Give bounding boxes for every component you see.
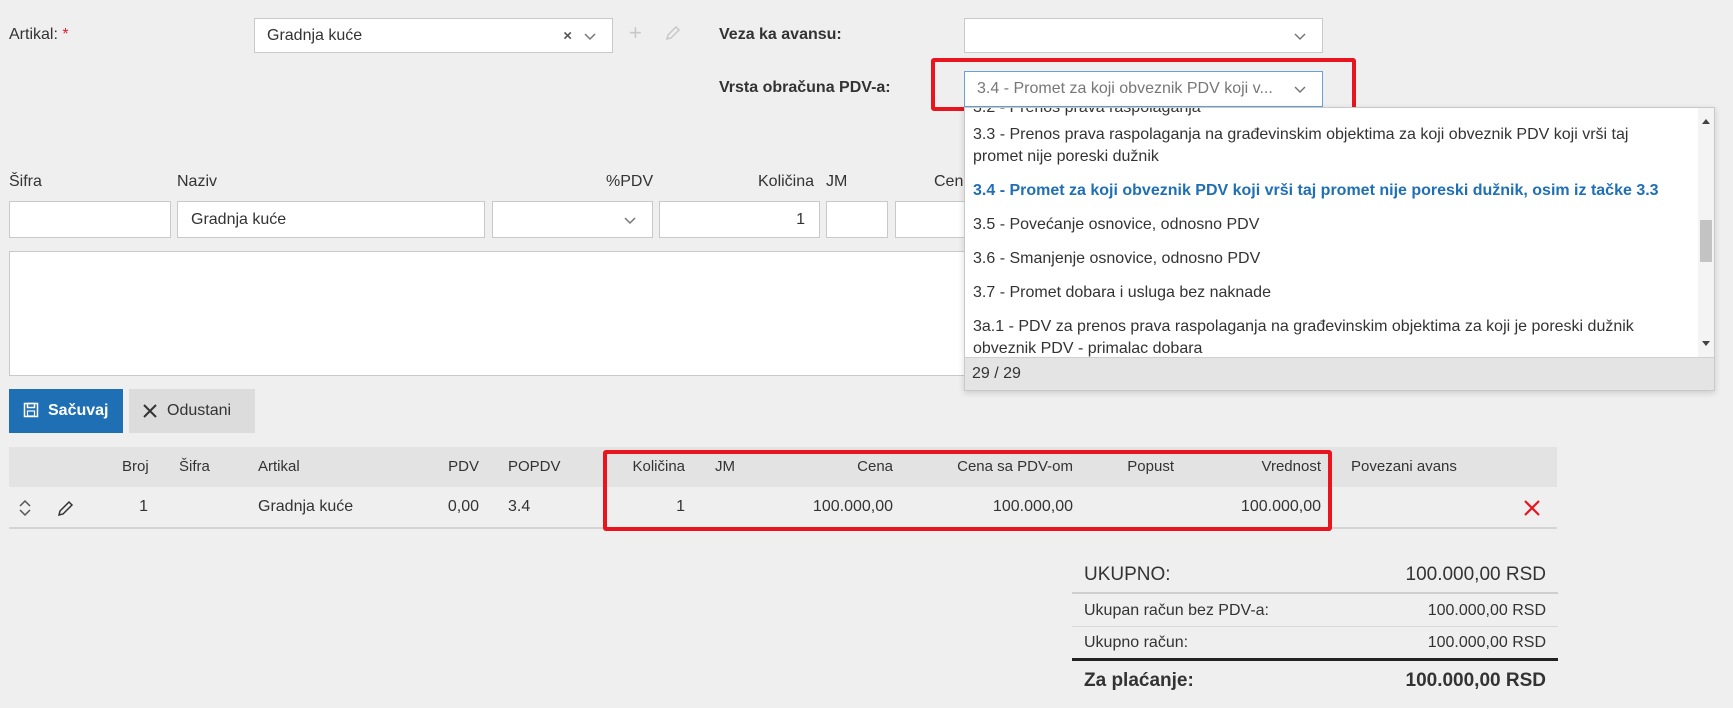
dropdown-footer: 29 / 29 (965, 357, 1714, 390)
vrsta-pdv-dropdown[interactable]: 3.2 - Prenos prava raspolaganja 3.3 - Pr… (964, 107, 1715, 391)
cell-popdv: 3.4 (508, 498, 531, 515)
cena-label: Cen (934, 173, 964, 190)
drag-handle-icon[interactable] (17, 498, 33, 523)
delete-row-icon[interactable] (1522, 498, 1542, 523)
kolicina-input[interactable]: 1 (659, 201, 820, 238)
ukupno-label: UKUPNO: (1084, 564, 1171, 585)
col-sifra: Šifra (179, 458, 210, 475)
dropdown-scrollbar[interactable] (1698, 108, 1714, 357)
pdv-percent-label: %PDV (606, 173, 654, 190)
veza-avans-select[interactable] (964, 18, 1323, 53)
col-kolicina: Količina (632, 458, 685, 475)
edit-icon[interactable] (664, 24, 682, 47)
vrsta-pdv-value: 3.4 - Promet za koji obveznik PDV koji v… (977, 80, 1273, 97)
cell-cena-pdv: 100.000,00 (992, 498, 1073, 515)
col-povezani: Povezani avans (1351, 458, 1457, 475)
dropdown-option-selected[interactable]: 3.4 - Promet za koji obveznik PDV koji v… (973, 180, 1659, 202)
scrollbar-thumb[interactable] (1700, 220, 1712, 262)
vrsta-pdv-select[interactable]: 3.4 - Promet za koji obveznik PDV koji v… (964, 71, 1323, 107)
save-button-label: Sačuvaj (48, 402, 109, 419)
cancel-button[interactable]: Odustani (129, 389, 255, 433)
col-cena: Cena (857, 458, 893, 475)
ukupno-racun-label: Ukupno račun: (1084, 634, 1189, 651)
dropdown-list[interactable]: 3.2 - Prenos prava raspolaganja 3.3 - Pr… (965, 108, 1698, 357)
close-icon (141, 402, 159, 425)
dropdown-option[interactable]: 3.5 - Povećanje osnovice, odnosno PDV (973, 214, 1259, 236)
cell-artikal: Gradnja kuće (258, 498, 354, 515)
artikal-select-value: Gradnja kuće (267, 26, 363, 44)
col-cena-pdv: Cena sa PDV-om (957, 458, 1073, 475)
dropdown-count: 29 / 29 (972, 365, 1021, 382)
sifra-label: Šifra (9, 173, 42, 190)
cena-input[interactable]: 1 (895, 201, 973, 238)
pdv-percent-select[interactable] (492, 201, 653, 238)
bez-pdv-value: 100.000,00 RSD (1427, 602, 1546, 619)
divider (1072, 592, 1558, 594)
chevron-down-icon[interactable] (1292, 81, 1308, 97)
save-button[interactable]: Sačuvaj (9, 389, 123, 433)
scroll-up-icon[interactable] (1701, 112, 1711, 130)
required-mark: * (62, 26, 69, 43)
col-broj: Broj (122, 458, 149, 475)
divider (1072, 658, 1558, 661)
veza-label: Veza ka avansu: (719, 26, 842, 43)
za-placanje-label: Za plaćanje: (1084, 670, 1194, 691)
artikal-select[interactable]: Gradnja kuće × (254, 18, 613, 53)
naziv-label: Naziv (177, 173, 218, 190)
col-popdv: POPDV (508, 458, 561, 475)
col-vrednost: Vrednost (1261, 458, 1321, 475)
cell-broj: 1 (139, 498, 148, 515)
dropdown-option[interactable]: 3.6 - Smanjenje osnovice, odnosno PDV (973, 248, 1260, 270)
chevron-down-icon[interactable] (622, 212, 638, 228)
chevron-down-icon[interactable] (582, 28, 598, 44)
cell-kolicina: 1 (676, 498, 685, 515)
add-icon[interactable]: + (629, 20, 642, 46)
cancel-button-label: Odustani (167, 402, 232, 419)
dropdown-option-partial[interactable]: 3.2 - Prenos prava raspolaganja (973, 108, 1201, 119)
col-jm: JM (715, 458, 735, 475)
edit-row-icon[interactable] (57, 499, 75, 522)
bez-pdv-label: Ukupan račun bez PDV-a: (1084, 602, 1269, 619)
jm-input[interactable] (826, 201, 888, 238)
dropdown-option[interactable]: 3.7 - Promet dobara i usluga bez naknade (973, 282, 1271, 304)
naziv-input-value: Gradnja kuće (191, 210, 287, 228)
cell-vrednost: 100.000,00 (1240, 498, 1321, 515)
sifra-input[interactable] (9, 201, 171, 238)
scroll-down-icon[interactable] (1701, 335, 1711, 353)
kolicina-label: Količina (758, 173, 815, 190)
artikal-label: Artikal: * (9, 26, 69, 43)
cell-cena: 100.000,00 (812, 498, 893, 515)
clear-icon[interactable]: × (563, 27, 572, 44)
ukupno-racun-value: 100.000,00 RSD (1427, 634, 1546, 651)
description-textarea[interactable] (9, 251, 969, 376)
vrsta-label: Vrsta obračuna PDV-a: (719, 79, 891, 96)
save-icon (23, 402, 39, 423)
naziv-input[interactable]: Gradnja kuće (177, 201, 485, 238)
divider (1072, 626, 1558, 627)
col-popust: Popust (1127, 458, 1174, 475)
kolicina-input-value: 1 (796, 210, 805, 228)
jm-label: JM (826, 173, 848, 190)
cell-pdv: 0,00 (447, 498, 479, 515)
chevron-down-icon[interactable] (1292, 28, 1308, 44)
col-pdv: PDV (448, 458, 479, 475)
ukupno-value: 100.000,00 RSD (1405, 564, 1547, 585)
col-artikal: Artikal (258, 458, 300, 475)
za-placanje-value: 100.000,00 RSD (1405, 670, 1547, 691)
